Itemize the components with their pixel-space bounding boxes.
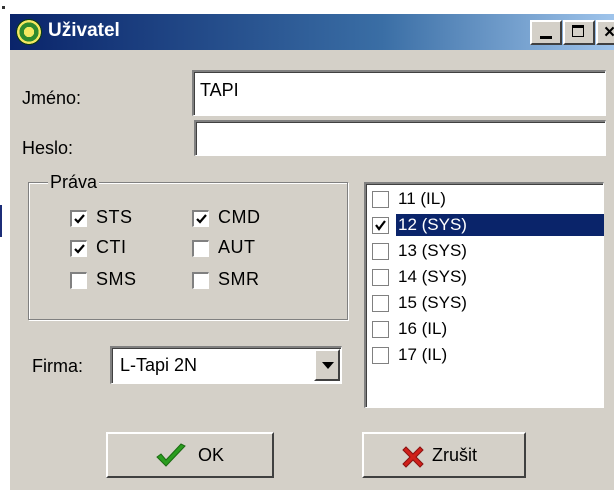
extension-checkbox[interactable] bbox=[372, 321, 389, 338]
rights-checkbox-aut[interactable] bbox=[192, 240, 209, 257]
cancel-label: Zrušit bbox=[432, 445, 477, 465]
rights-checkbox-sms[interactable] bbox=[70, 272, 87, 289]
extension-item[interactable]: 13 (SYS) bbox=[372, 240, 600, 264]
extension-label: 13 (SYS) bbox=[398, 241, 467, 260]
rights-label-cti: CTI bbox=[96, 237, 127, 257]
rights-label-smr: SMR bbox=[218, 269, 260, 289]
check-icon bbox=[196, 214, 207, 224]
extension-label: 11 (IL) bbox=[398, 189, 446, 208]
rights-checkbox-sts[interactable] bbox=[70, 210, 87, 227]
close-button[interactable]: × bbox=[596, 20, 614, 45]
extension-label: 15 (SYS) bbox=[398, 293, 467, 312]
maximize-button[interactable] bbox=[563, 20, 595, 45]
company-combobox[interactable]: L-Tapi 2N bbox=[110, 346, 342, 384]
extension-checkbox[interactable] bbox=[372, 269, 389, 286]
rights-checkbox-cti[interactable] bbox=[70, 240, 87, 257]
cancel-x-icon bbox=[402, 446, 424, 468]
company-dropdown-button[interactable] bbox=[314, 349, 340, 381]
cancel-button[interactable]: Zrušit bbox=[362, 432, 526, 478]
chevron-down-icon bbox=[322, 362, 334, 369]
dialog-title: Uživatel bbox=[48, 20, 120, 41]
extension-label: 14 (SYS) bbox=[398, 267, 467, 286]
rights-label-sts: STS bbox=[96, 207, 133, 227]
minimize-icon bbox=[540, 36, 552, 39]
edge-tick bbox=[2, 6, 5, 9]
rights-label-cmd: CMD bbox=[218, 207, 261, 227]
company-value: L-Tapi 2N bbox=[120, 355, 198, 375]
extension-checkbox[interactable] bbox=[372, 295, 389, 312]
maximize-icon bbox=[572, 25, 584, 37]
extension-item[interactable]: 11 (IL) bbox=[372, 188, 600, 212]
ok-button[interactable]: OK bbox=[106, 432, 274, 478]
close-icon: × bbox=[604, 22, 614, 43]
extension-item[interactable]: 15 (SYS) bbox=[372, 292, 600, 316]
extension-label: 16 (IL) bbox=[398, 319, 448, 338]
check-icon bbox=[74, 214, 85, 224]
password-label: Heslo: bbox=[22, 138, 74, 158]
check-icon bbox=[375, 220, 386, 231]
user-globe-icon bbox=[17, 20, 41, 44]
company-label: Firma: bbox=[32, 356, 83, 376]
checkmark-icon bbox=[156, 443, 186, 467]
name-label: Jméno: bbox=[22, 88, 82, 108]
extension-checkbox[interactable] bbox=[372, 191, 389, 208]
rights-checkbox-cmd[interactable] bbox=[192, 210, 209, 227]
title-bar[interactable]: Uživatel × bbox=[10, 14, 614, 50]
extension-item[interactable]: 12 (SYS) bbox=[372, 214, 604, 238]
extension-item[interactable]: 16 (IL) bbox=[372, 318, 600, 342]
extension-item[interactable]: 14 (SYS) bbox=[372, 266, 600, 290]
password-input[interactable] bbox=[194, 120, 606, 156]
extension-checkbox[interactable] bbox=[372, 347, 389, 364]
background-window-edge bbox=[0, 205, 2, 237]
extension-item[interactable]: 17 (IL) bbox=[372, 344, 600, 368]
ok-label: OK bbox=[198, 445, 225, 465]
minimize-button[interactable] bbox=[530, 20, 562, 45]
extension-checkbox[interactable] bbox=[372, 243, 389, 260]
rights-label-aut: AUT bbox=[218, 237, 256, 257]
extension-checkbox[interactable] bbox=[372, 217, 389, 234]
rights-legend: Práva bbox=[48, 172, 100, 193]
extension-label: 12 (SYS) bbox=[396, 214, 604, 236]
name-input[interactable]: TAPI bbox=[192, 70, 606, 116]
rights-checkbox-smr[interactable] bbox=[192, 272, 209, 289]
extension-label: 17 (IL) bbox=[398, 345, 448, 364]
check-icon bbox=[74, 244, 85, 254]
extensions-listbox[interactable]: 11 (IL) 12 (SYS) 13 (SYS) 14 (SYS) 15 (SYS) 1… bbox=[364, 182, 604, 408]
rights-label-sms: SMS bbox=[96, 269, 137, 289]
